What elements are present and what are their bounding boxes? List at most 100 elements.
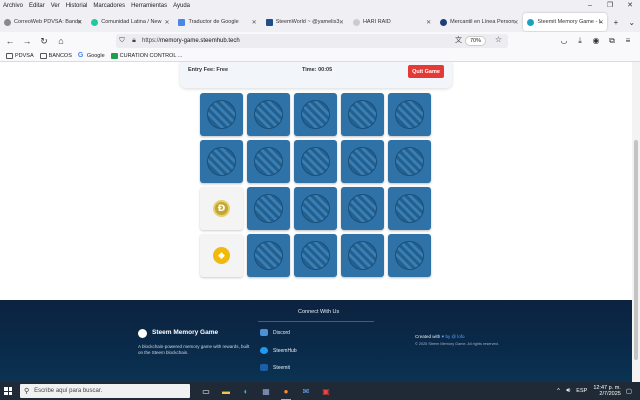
extensions-icon[interactable]: ⧉ — [604, 34, 620, 48]
new-tab-button[interactable]: + — [609, 18, 624, 27]
card-back-pattern-icon — [254, 100, 283, 129]
scrollbar-thumb[interactable] — [634, 140, 638, 360]
memory-card[interactable] — [388, 187, 431, 230]
bookmark-curation-control[interactable]: CURATION CONTROL ... — [110, 52, 182, 59]
show-hidden-icons[interactable]: ⌃ — [556, 387, 561, 395]
menu-ayuda[interactable]: Ayuda — [170, 3, 193, 9]
memory-card[interactable] — [294, 140, 337, 183]
tab-steemit-memory-game[interactable]: Steemit Memory Game - L ✕ — [523, 13, 607, 31]
menu-herramientas[interactable]: Herramientas — [128, 3, 170, 9]
close-tab-icon[interactable]: ✕ — [164, 19, 169, 26]
taskbar-search[interactable]: ⚲ Escribe aquí para buscar. — [20, 384, 190, 398]
memory-card[interactable] — [294, 93, 337, 136]
menu-archivo[interactable]: Archivo — [0, 3, 26, 9]
minimize-button[interactable]: – — [580, 0, 600, 12]
file-explorer-icon[interactable]: ▬ — [216, 382, 236, 400]
bookmark-star-icon[interactable]: ☆ — [495, 35, 502, 44]
social-link-steemit[interactable]: Steemit — [260, 364, 290, 371]
memory-card[interactable] — [388, 93, 431, 136]
tab-hari-raid[interactable]: HARI RAID ✕ — [349, 13, 434, 31]
memory-card[interactable] — [247, 234, 290, 277]
zoom-level-button[interactable]: 70% — [464, 36, 486, 46]
close-tab-icon[interactable]: ✕ — [252, 19, 257, 26]
pdf-icon[interactable]: ▣ — [316, 382, 336, 400]
edge-icon[interactable]: ◐ — [236, 382, 256, 400]
menu-bar: Archivo Editar Ver Historial Marcadores … — [0, 0, 640, 12]
language-indicator[interactable]: ESP — [576, 388, 587, 394]
close-tab-icon[interactable]: ✕ — [77, 19, 82, 26]
home-button[interactable]: ⌂ — [54, 36, 68, 46]
close-tab-icon[interactable]: ✕ — [513, 19, 518, 26]
memory-card[interactable] — [247, 93, 290, 136]
url-bar[interactable]: ⛉ 🔒︎ https://memory-game.steemhub.tech 文… — [116, 34, 508, 48]
reload-button[interactable]: ↻ — [37, 36, 51, 47]
pocket-icon[interactable]: ◡ — [556, 34, 572, 48]
mail-icon[interactable]: ✉ — [296, 382, 316, 400]
close-tab-icon[interactable]: ✕ — [426, 19, 431, 26]
curation-icon — [110, 52, 118, 59]
tab-mercantil[interactable]: Mercantil en Línea Person ✕ — [436, 13, 521, 31]
shield-icon[interactable]: ⛉ — [116, 37, 128, 45]
memory-card[interactable] — [200, 140, 243, 183]
downloads-icon[interactable]: ⤓ — [572, 34, 588, 48]
firefox-icon[interactable]: ● — [276, 382, 296, 400]
window-controls: – ❐ ✕ — [580, 0, 640, 12]
back-button[interactable]: ← — [3, 36, 17, 46]
menu-marcadores[interactable]: Marcadores — [90, 3, 128, 9]
memory-card[interactable] — [294, 187, 337, 230]
memory-card[interactable] — [388, 140, 431, 183]
app-menu-icon[interactable]: ≡ — [620, 34, 636, 48]
close-tab-icon[interactable]: ✕ — [339, 19, 344, 26]
memory-card[interactable] — [341, 187, 384, 230]
url-domain: memory-game.steemhub.tech — [160, 38, 240, 44]
forward-button[interactable]: → — [20, 36, 34, 46]
memory-card[interactable] — [341, 234, 384, 277]
bookmark-pdvsa[interactable]: PDVSA — [6, 52, 34, 59]
list-tabs-button[interactable]: ⌄ — [623, 18, 640, 27]
menu-editar[interactable]: Editar — [26, 3, 48, 9]
card-back-pattern-icon — [254, 194, 283, 223]
tab-steemworld[interactable]: SteemWorld ~ @yamelis3 ✕ — [262, 13, 347, 31]
heart-icon: ♥ — [441, 334, 445, 339]
created-by-link[interactable]: by @ lofo — [445, 334, 464, 339]
tab-label: CorreoWeb PDVSA: Bande — [14, 19, 82, 25]
tab-correoweb[interactable]: CorreoWeb PDVSA: Bande ✕ — [0, 13, 85, 31]
tab-favicon-icon — [440, 18, 448, 26]
notifications-icon[interactable]: ▢ — [626, 387, 632, 395]
memory-card[interactable] — [294, 234, 337, 277]
divider — [258, 321, 374, 322]
tab-comunidad-latina[interactable]: Comunidad Latina / New ✕ — [87, 13, 172, 31]
memory-card[interactable] — [200, 93, 243, 136]
bookmark-bancos[interactable]: BANCOS — [39, 52, 72, 59]
menu-historial[interactable]: Historial — [63, 3, 91, 9]
memory-card-bnb[interactable]: ◆ — [200, 234, 243, 277]
quit-game-button[interactable]: Quit Game — [408, 65, 444, 78]
memory-card[interactable] — [247, 187, 290, 230]
menu-ver[interactable]: Ver — [48, 3, 63, 9]
game-info-bar: Entry Fee: Free Time: 00:05 Quit Game — [180, 62, 452, 88]
clock[interactable]: 12:47 p. m. 2/7/2025 — [593, 385, 621, 398]
memory-card-doge[interactable]: Ð — [200, 187, 243, 230]
store-icon[interactable]: ▦ — [256, 382, 276, 400]
page-viewport: Entry Fee: Free Time: 00:05 Quit Game Ð ◆… — [0, 62, 640, 382]
account-icon[interactable]: ◉ — [588, 34, 604, 48]
bookmark-google[interactable]: G Google — [78, 52, 105, 59]
close-window-button[interactable]: ✕ — [620, 0, 640, 12]
memory-card[interactable] — [388, 234, 431, 277]
memory-card[interactable] — [341, 93, 384, 136]
memory-card[interactable] — [247, 140, 290, 183]
close-tab-icon[interactable]: ✕ — [599, 19, 604, 26]
page-scrollbar[interactable] — [632, 62, 640, 382]
social-link-discord[interactable]: Discord — [260, 329, 290, 336]
memory-card[interactable] — [341, 140, 384, 183]
lock-icon[interactable]: 🔒︎ — [128, 37, 140, 45]
tab-traductor[interactable]: Traductor de Google ✕ — [174, 13, 259, 31]
social-link-steemhub[interactable]: SteemHub — [260, 347, 297, 354]
translate-icon[interactable]: 文 — [455, 35, 462, 45]
url-prefix: https:// — [142, 38, 161, 44]
task-view-icon[interactable]: ▭ — [196, 382, 216, 400]
volume-icon[interactable]: 🔊︎ — [566, 387, 570, 395]
start-button[interactable] — [0, 382, 16, 400]
restore-button[interactable]: ❐ — [600, 0, 620, 12]
url-text[interactable]: https://memory-game.steemhub.tech — [142, 38, 240, 44]
